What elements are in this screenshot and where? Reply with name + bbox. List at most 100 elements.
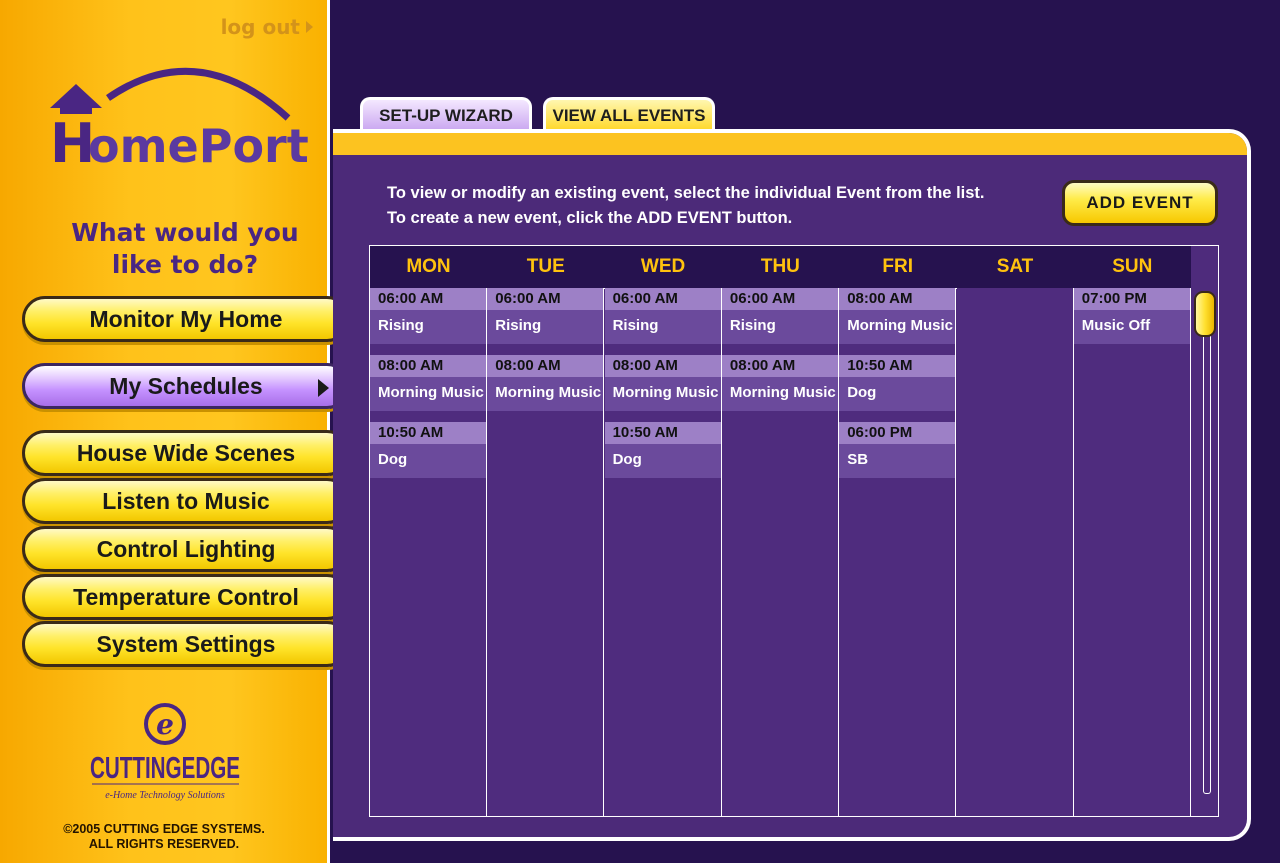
event-item[interactable]: 06:00 AM Rising — [370, 288, 486, 344]
event-time: 07:00 PM — [1073, 288, 1190, 310]
event-item[interactable]: 06:00 AM Rising — [487, 288, 604, 344]
day-column-sun: 07:00 PM Music Off — [1073, 288, 1191, 816]
prompt-line-2: like to do? — [111, 250, 259, 279]
event-name: SB — [839, 444, 956, 478]
event-time: 08:00 AM — [839, 288, 956, 310]
event-name: Morning Music — [721, 377, 838, 411]
nav-my-schedules[interactable]: My Schedules — [22, 363, 350, 409]
nav-system-settings[interactable]: System Settings — [22, 621, 350, 667]
nav-label: House Wide Scenes — [76, 439, 296, 466]
scrollbar-thumb[interactable] — [1194, 291, 1216, 337]
play-arrow-icon — [306, 21, 313, 33]
panel-top-stripe — [333, 133, 1247, 155]
add-event-button[interactable]: ADD EVENT — [1062, 180, 1218, 226]
nav-listen-to-music[interactable]: Listen to Music — [22, 478, 350, 524]
event-name: Rising — [370, 310, 486, 344]
event-time: 08:00 AM — [370, 355, 486, 377]
event-time: 10:50 AM — [604, 422, 721, 444]
event-name: Rising — [604, 310, 721, 344]
event-item[interactable]: 08:00 AM Morning Music — [604, 355, 721, 411]
day-column-mon: 06:00 AM Rising 08:00 AM Morning Music 10:50… — [370, 288, 487, 816]
event-item[interactable]: 10:50 AM Dog — [839, 355, 956, 411]
scrollbar[interactable] — [1191, 288, 1218, 816]
event-time: 08:00 AM — [721, 355, 838, 377]
event-name: Dog — [604, 444, 721, 478]
day-column-fri: 08:00 AM Morning Music 10:50 AM Dog 06:00 PM… — [839, 288, 957, 816]
event-name: Rising — [487, 310, 604, 344]
event-item[interactable]: 07:00 PM Music Off — [1073, 288, 1190, 344]
day-column-thu: 06:00 AM Rising 08:00 AM Morning Music — [721, 288, 839, 816]
prompt-heading: What would you like to do? — [0, 217, 370, 281]
nav-monitor-my-home[interactable]: Monitor My Home — [22, 296, 350, 342]
day-header-sat: SAT — [996, 256, 1034, 277]
day-header-wed: WED — [640, 256, 686, 277]
copyright: ©2005 CUTTING EDGE SYSTEMS. ALL RIGHTS R… — [48, 822, 280, 852]
day-column-tue: 06:00 AM Rising 08:00 AM Morning Music — [487, 288, 605, 816]
logo-text: omePort — [88, 119, 308, 173]
nav-label: System Settings — [96, 630, 276, 657]
copyright-line-2: ALL RIGHTS RESERVED. — [88, 837, 240, 851]
event-time: 08:00 AM — [487, 355, 604, 377]
company-name: CUTTINGEDGE — [90, 750, 240, 785]
svg-text:e: e — [156, 708, 174, 741]
event-item[interactable]: 06:00 AM Rising — [721, 288, 838, 344]
tab-label: SET-UP WIZARD — [379, 105, 513, 125]
event-item[interactable]: 08:00 AM Morning Music — [487, 355, 604, 411]
nav-label: Monitor My Home — [89, 305, 283, 332]
event-item[interactable]: 08:00 AM Morning Music — [721, 355, 838, 411]
nav-label: Temperature Control — [73, 583, 299, 610]
nav-house-wide-scenes[interactable]: House Wide Scenes — [22, 430, 350, 476]
event-item[interactable]: 06:00 PM SB — [839, 422, 956, 478]
chevron-right-icon — [318, 379, 329, 397]
event-time: 06:00 AM — [487, 288, 604, 310]
nav-label: Control Lighting — [96, 535, 276, 562]
event-item[interactable]: 08:00 AM Morning Music — [370, 355, 486, 411]
event-time: 06:00 AM — [721, 288, 838, 310]
event-name: Rising — [721, 310, 838, 344]
event-time: 10:50 AM — [370, 422, 486, 444]
add-event-label: ADD EVENT — [1086, 193, 1194, 212]
day-column-wed: 06:00 AM Rising 08:00 AM Morning Music 10:50… — [604, 288, 722, 816]
day-column-sat — [956, 288, 1074, 816]
event-item[interactable]: 10:50 AM Dog — [370, 422, 486, 478]
event-item[interactable]: 10:50 AM Dog — [604, 422, 721, 478]
cutting-edge-logo: e CUTTINGEDGE e-Home Technology Solution… — [90, 703, 240, 801]
nav-control-lighting[interactable]: Control Lighting — [22, 526, 350, 572]
day-header-mon: MON — [406, 256, 451, 277]
event-name: Dog — [839, 377, 956, 411]
copyright-line-1: ©2005 CUTTING EDGE SYSTEMS. — [63, 822, 265, 836]
homeport-logo: H omePort — [50, 67, 308, 173]
schedule-header: MON TUE WED THU FRI SAT SUN — [370, 246, 1191, 289]
event-time: 06:00 AM — [604, 288, 721, 310]
company-tagline: e-Home Technology Solutions — [105, 790, 225, 801]
tab-view-all-events[interactable]: VIEW ALL EVENTS — [543, 97, 715, 131]
tab-label: VIEW ALL EVENTS — [552, 105, 706, 125]
day-header-thu: THU — [760, 256, 800, 277]
scrollbar-track — [1203, 298, 1211, 794]
logout-label: log out — [220, 15, 300, 39]
instruction-line-2: To create a new event, click the ADD EVE… — [387, 209, 793, 227]
event-name: Morning Music — [604, 377, 721, 411]
sidebar: log out H omePort What would you like to… — [0, 0, 350, 863]
day-header-tue: TUE — [526, 256, 565, 277]
prompt-line-1: What would you — [71, 218, 299, 247]
day-header-fri: FRI — [882, 256, 913, 277]
instructions: To view or modify an existing event, sel… — [387, 181, 985, 231]
day-header-sun: SUN — [1112, 256, 1153, 277]
event-name: Morning Music — [370, 377, 486, 411]
event-time: 06:00 AM — [370, 288, 486, 310]
event-time: 06:00 PM — [839, 422, 956, 444]
event-name: Music Off — [1073, 310, 1190, 344]
events-panel: To view or modify an existing event, sel… — [333, 129, 1251, 841]
event-time: 10:50 AM — [839, 355, 956, 377]
nav-temperature-control[interactable]: Temperature Control — [22, 574, 350, 620]
tab-setup-wizard[interactable]: SET-UP WIZARD — [360, 97, 532, 131]
event-item[interactable]: 06:00 AM Rising — [604, 288, 721, 344]
nav-label: My Schedules — [109, 372, 263, 399]
event-name: Morning Music — [839, 310, 956, 344]
logout-link[interactable]: log out — [221, 15, 313, 39]
nav-label: Listen to Music — [102, 487, 270, 514]
event-item[interactable]: 08:00 AM Morning Music — [839, 288, 956, 344]
instruction-line-1: To view or modify an existing event, sel… — [387, 184, 985, 202]
event-time: 08:00 AM — [604, 355, 721, 377]
